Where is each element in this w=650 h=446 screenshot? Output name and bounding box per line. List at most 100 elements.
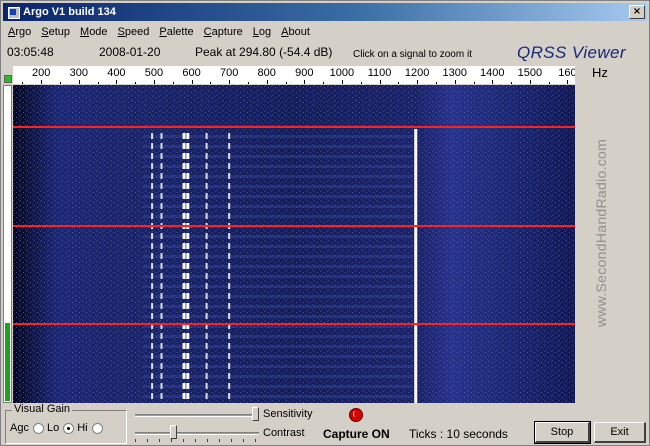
watermark-text: www.SecondHandRadio.com (593, 138, 609, 328)
contrast-slider[interactable] (135, 425, 259, 442)
contrast-ticks (135, 439, 259, 442)
tick-mark-11 (454, 80, 456, 84)
minor-tick (210, 82, 212, 84)
tick-label-2: 400 (107, 67, 126, 79)
tick-mark-5 (229, 80, 231, 84)
menu-setup[interactable]: Setup (36, 24, 75, 40)
tick-label-11: 1300 (442, 67, 467, 79)
ticks-readout: Ticks : 10 seconds (409, 427, 508, 441)
visual-gain-options: Agc Lo Hi (10, 422, 106, 434)
level-indicator-led (4, 75, 12, 83)
hi-radio[interactable] (91, 422, 103, 434)
contrast-track (135, 432, 259, 435)
contrast-label: Contrast (263, 427, 305, 439)
frequency-unit-label: Hz (592, 65, 608, 80)
sensitivity-label: Sensitivity (263, 408, 313, 420)
tick-label-1: 300 (69, 67, 88, 79)
tick-label-13: 1500 (517, 67, 543, 79)
visual-gain-title: Visual Gain (12, 403, 73, 415)
marker-line-1 (13, 126, 575, 128)
menu-log[interactable]: Log (248, 24, 276, 40)
tick-mark-13 (529, 80, 531, 84)
minor-tick (22, 82, 24, 84)
minor-tick (97, 82, 99, 84)
menu-mode[interactable]: Mode (75, 24, 113, 40)
agc-radio[interactable] (32, 422, 44, 434)
current-date: 2008-01-20 (99, 45, 161, 59)
stop-button[interactable]: Stop (534, 421, 591, 444)
minor-tick (285, 82, 287, 84)
qrss-viewer-logo: QRSS Viewer (517, 43, 626, 62)
tick-label-10: 1200 (404, 67, 430, 79)
clock-time: 03:05:48 (7, 45, 54, 59)
tick-label-8: 1000 (329, 67, 355, 79)
tick-label-12: 1400 (480, 67, 505, 79)
tick-label-6: 800 (257, 67, 276, 79)
app-window: Argo V1 build 134 × Argo Setup Mode Spee… (0, 0, 650, 446)
title-bar: Argo V1 build 134 × (3, 3, 647, 21)
tick-mark-4 (191, 80, 193, 84)
tick-label-4: 600 (182, 67, 201, 79)
tick-mark-14 (567, 80, 569, 84)
zoom-hint: Click on a signal to zoom it (353, 49, 472, 60)
minor-tick (398, 82, 400, 84)
tick-mark-7 (304, 80, 306, 84)
menu-argo[interactable]: Argo (3, 24, 36, 40)
minor-tick (435, 82, 437, 84)
waterfall-display[interactable] (13, 85, 575, 403)
sensitivity-thumb[interactable] (252, 407, 259, 421)
tick-mark-10 (417, 80, 419, 84)
window-title: Argo V1 build 134 (23, 6, 116, 18)
control-panel: Visual Gain Agc Lo Hi Sensitivity Contra (1, 403, 650, 446)
hi-label: Hi (77, 422, 88, 434)
frequency-ruler[interactable]: 200 300 400 500 600 700 800 900 1000 1100 1200 1300… (13, 66, 575, 84)
peak-readout: Peak at 294.80 (-54.4 dB) (195, 45, 333, 59)
contrast-thumb[interactable] (170, 425, 178, 439)
app-icon (7, 6, 20, 19)
tick-mark-1 (78, 80, 80, 84)
close-button[interactable]: × (629, 5, 645, 19)
lo-radio[interactable] (63, 422, 75, 434)
menu-bar: Argo Setup Mode Speed Palette Capture Lo… (3, 23, 315, 41)
tick-label-0: 200 (32, 67, 51, 79)
minor-tick (511, 82, 513, 84)
capture-status: Capture ON (323, 427, 390, 441)
tick-mark-3 (153, 80, 155, 84)
minor-tick (135, 82, 137, 84)
menu-capture[interactable]: Capture (199, 24, 248, 40)
tick-mark-8 (341, 80, 343, 84)
minor-tick (473, 82, 475, 84)
tick-mark-0 (41, 80, 43, 84)
menu-palette[interactable]: Palette (154, 24, 198, 40)
tick-mark-9 (379, 80, 381, 84)
lo-label: Lo (46, 422, 60, 434)
minor-tick (360, 82, 362, 84)
tick-label-14: 160 (558, 67, 575, 79)
sensitivity-track (135, 414, 259, 417)
menu-about[interactable]: About (276, 24, 315, 40)
signal-level-fill (5, 322, 10, 401)
capture-power-icon[interactable] (349, 408, 363, 422)
menu-speed[interactable]: Speed (113, 24, 155, 40)
tick-label-7: 900 (295, 67, 314, 79)
minor-tick (59, 82, 61, 84)
exit-button[interactable]: Exit (594, 422, 646, 443)
tick-mark-12 (492, 80, 494, 84)
signal-trace-6[interactable] (414, 129, 418, 403)
marker-line-2 (13, 225, 575, 227)
info-bar: 03:05:48 2008-01-20 Peak at 294.80 (-54.… (1, 42, 650, 64)
minor-tick (172, 82, 174, 84)
tick-mark-2 (116, 80, 118, 84)
minor-tick (323, 82, 325, 84)
marker-line-3 (13, 323, 575, 325)
signal-level-bar (3, 85, 12, 403)
tick-label-9: 1100 (367, 67, 392, 79)
sensitivity-slider[interactable] (135, 407, 259, 423)
agc-label: Agc (10, 422, 29, 434)
minor-tick (247, 82, 249, 84)
tick-label-3: 500 (144, 67, 164, 79)
tick-mark-6 (266, 80, 268, 84)
visual-gain-group: Visual Gain Agc Lo Hi (5, 403, 127, 444)
tick-label-5: 700 (219, 67, 239, 79)
minor-tick (548, 82, 550, 84)
